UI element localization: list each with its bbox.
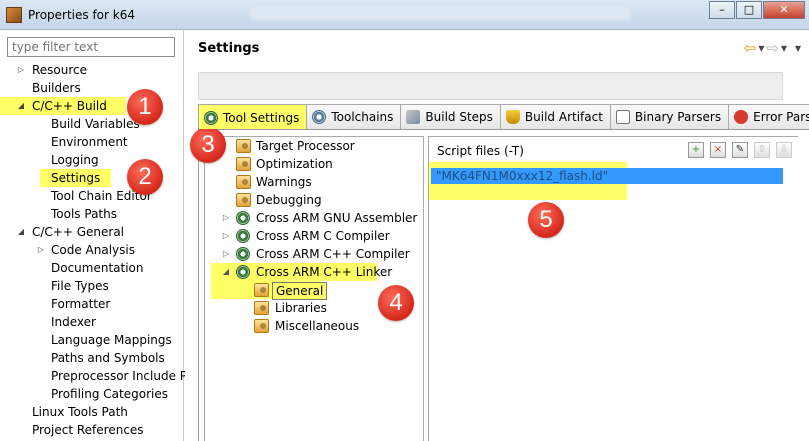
view-menu-icon[interactable]: ▾: [795, 41, 801, 55]
tree-item-cpp-compiler[interactable]: ▷ Cross ARM C++ Compiler: [205, 245, 423, 263]
option-folder-icon: [254, 319, 269, 333]
page-title: Settings: [198, 41, 260, 56]
tool-settings-panel: Target Processor Optimization Warnings D…: [198, 130, 809, 441]
tool-gear-icon: [236, 265, 250, 279]
title-bar: Properties for k64 – □ ✕: [0, 0, 809, 30]
script-files-label: Script files (-T): [437, 144, 524, 158]
tree-item-formatter[interactable]: Formatter: [0, 295, 184, 313]
script-file-name: "MK64FN1M0xxx12_flash.ld": [436, 169, 609, 183]
tab-error-parsers[interactable]: Error Parse: [728, 104, 809, 129]
option-folder-icon: [254, 283, 269, 297]
maximize-button[interactable]: □: [736, 1, 762, 19]
trophy-icon: [505, 110, 520, 124]
tree-item-linker-general[interactable]: General: [211, 281, 328, 300]
option-folder-icon: [236, 193, 251, 207]
callout-4: 4: [378, 285, 414, 321]
option-folder-icon: [236, 175, 251, 189]
error-icon: [734, 110, 749, 124]
window-controls: – □ ✕: [708, 1, 805, 19]
page-header: Settings ⇦ ▾ ⇨ ▾ ▾: [185, 30, 809, 66]
tree-item-cpp-linker[interactable]: ◢ Cross ARM C++ Linker: [211, 263, 392, 281]
expand-icon[interactable]: ▷: [221, 227, 231, 245]
tree-item-language-mappings[interactable]: Language Mappings: [0, 331, 184, 349]
expand-icon[interactable]: ▷: [16, 61, 26, 79]
window-title: Properties for k64: [28, 8, 135, 22]
tool-gear-icon: [236, 229, 250, 243]
move-up-icon[interactable]: ⇧: [754, 142, 770, 158]
back-history-dropdown-icon[interactable]: ▾: [758, 41, 764, 55]
tree-item-resource[interactable]: ▷ Resource: [0, 61, 184, 79]
tree-item-documentation[interactable]: Documentation: [0, 259, 184, 277]
move-down-icon[interactable]: ⇩: [776, 142, 792, 158]
blurred-background-title: [250, 8, 630, 20]
script-list-toolbar: + × ✎ ⇧ ⇩: [688, 142, 792, 158]
tree-item-file-types[interactable]: File Types: [0, 277, 184, 295]
forward-arrow-icon[interactable]: ⇨: [766, 39, 779, 57]
tool-gear-icon: [236, 211, 250, 225]
property-navigation-pane: ▷Resource Builders ◢C/C++ Build Build Va…: [0, 30, 194, 441]
tree-item-c-compiler[interactable]: ▷ Cross ARM C Compiler: [205, 227, 423, 245]
collapse-icon[interactable]: ◢: [16, 223, 26, 241]
tree-item-project-references[interactable]: Project References: [0, 421, 184, 439]
tree-item-tools-paths[interactable]: Tools Paths: [0, 205, 184, 223]
script-files-panel: Script files (-T) + × ✎ ⇧ ⇩ "MK64FN1M0xx…: [428, 136, 798, 441]
callout-5: 5: [528, 202, 564, 238]
filter-input[interactable]: [7, 37, 175, 57]
settings-page: Settings ⇦ ▾ ⇨ ▾ ▾ Tool Settings Toolcha…: [185, 30, 809, 441]
tab-binary-parsers[interactable]: Binary Parsers: [609, 104, 730, 129]
option-folder-icon: [254, 301, 269, 315]
callout-2: 2: [127, 159, 163, 195]
option-folder-icon: [236, 157, 251, 171]
tree-item-linux-tools-path[interactable]: Linux Tools Path: [0, 403, 184, 421]
tree-item-environment[interactable]: Environment: [0, 133, 184, 151]
expand-icon[interactable]: ▷: [36, 241, 46, 259]
tab-tool-settings[interactable]: Tool Settings: [198, 104, 308, 129]
tree-item-cpp-general[interactable]: ◢ C/C++ General: [0, 223, 184, 241]
tree-item-optimization[interactable]: Optimization: [205, 155, 423, 173]
add-icon[interactable]: +: [688, 142, 704, 158]
expand-icon[interactable]: ▷: [221, 245, 231, 263]
tree-item-profiling-categories[interactable]: Profiling Categories: [0, 385, 184, 403]
collapse-icon[interactable]: ◢: [16, 97, 26, 115]
delete-icon[interactable]: ×: [710, 142, 726, 158]
callout-3: 3: [190, 127, 226, 163]
tree-item-code-analysis[interactable]: ▷ Code Analysis: [0, 241, 184, 259]
tree-item-warnings[interactable]: Warnings: [205, 173, 423, 191]
tab-build-artifact[interactable]: Build Artifact: [499, 104, 611, 129]
edit-icon[interactable]: ✎: [732, 142, 748, 158]
tree-item-indexer[interactable]: Indexer: [0, 313, 184, 331]
tab-toolchains[interactable]: Toolchains: [306, 104, 402, 129]
gear-icon: [204, 110, 218, 125]
option-folder-icon: [236, 139, 251, 153]
tool-gear-icon: [236, 247, 250, 261]
tree-item-debugging[interactable]: Debugging: [205, 191, 423, 209]
expand-icon[interactable]: ▷: [221, 209, 231, 227]
back-arrow-icon[interactable]: ⇦: [744, 39, 757, 57]
steps-icon: [406, 110, 421, 124]
close-button[interactable]: ✕: [763, 1, 805, 19]
callout-1: 1: [127, 89, 163, 125]
minimize-button[interactable]: –: [709, 1, 735, 19]
tree-item-preprocessor-include[interactable]: Preprocessor Include Pa: [0, 367, 194, 385]
script-file-row[interactable]: "MK64FN1M0xxx12_flash.ld": [431, 168, 783, 184]
tab-build-steps[interactable]: Build Steps: [400, 104, 501, 129]
collapse-icon[interactable]: ◢: [221, 263, 231, 281]
tree-item-cpp-build[interactable]: ◢ C/C++ Build: [0, 97, 126, 115]
tree-item-target-processor[interactable]: Target Processor: [205, 137, 423, 155]
tree-item-paths-and-symbols[interactable]: Paths and Symbols: [0, 349, 184, 367]
configuration-strip: [198, 72, 783, 100]
tree-item-gnu-assembler[interactable]: ▷ Cross ARM GNU Assembler: [205, 209, 423, 227]
chain-icon: [312, 110, 327, 124]
history-navigation: ⇦ ▾ ⇨ ▾ ▾: [744, 39, 801, 57]
settings-tabs: Tool Settings Toolchains Build Steps Bui…: [198, 104, 809, 130]
app-icon: [6, 7, 22, 23]
binary-icon: [615, 110, 630, 124]
forward-history-dropdown-icon[interactable]: ▾: [781, 41, 787, 55]
